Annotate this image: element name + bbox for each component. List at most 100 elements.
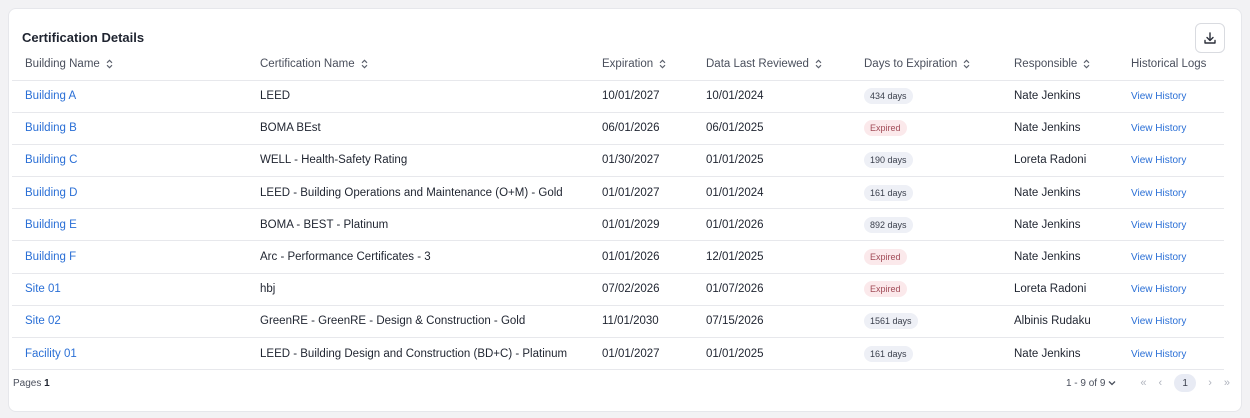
expiration-date: 06/01/2026	[602, 122, 660, 135]
view-history-link[interactable]: View History	[1131, 252, 1186, 263]
responsible-person: Loreta Radoni	[1014, 154, 1087, 167]
table-row: Building D LEED - Building Operations and…	[12, 176, 1224, 210]
last-reviewed-date: 01/07/2026	[706, 283, 764, 296]
days-badge-cell: Expired	[851, 112, 1001, 145]
days-badge: 1561 days	[864, 313, 918, 330]
certification-name-cell: BOMA BEst	[247, 112, 589, 145]
table-row: Building C WELL - Health-Safety Rating 01/…	[12, 144, 1224, 178]
expiration-date-cell: 01/01/2029	[589, 208, 693, 242]
building-link-cell: Site 02	[12, 305, 247, 339]
responsible-person-cell: Nate Jenkins	[1001, 80, 1118, 113]
view-history-link[interactable]: View History	[1131, 91, 1186, 102]
view-history-link[interactable]: View History	[1131, 188, 1186, 199]
column-header-label: Responsible	[1014, 57, 1078, 70]
building-link[interactable]: Site 02	[25, 315, 61, 327]
responsible-person-cell: Loreta Radoni	[1001, 273, 1118, 306]
responsible-person: Nate Jenkins	[1014, 218, 1081, 231]
days-badge: Expired	[864, 281, 907, 298]
responsible-person-cell: Nate Jenkins	[1001, 112, 1118, 145]
table-row: Building E BOMA - BEST - Platinum 01/01/20…	[12, 208, 1224, 242]
building-link[interactable]: Building E	[25, 219, 77, 231]
last-reviewed-date: 10/01/2024	[706, 90, 764, 103]
building-link[interactable]: Building A	[25, 90, 76, 102]
building-link-cell: Building D	[12, 176, 247, 210]
next-page-button[interactable]: ›	[1208, 377, 1212, 389]
days-badge-cell: 434 days	[851, 80, 1001, 113]
view-history-link-cell: View History	[1118, 208, 1224, 242]
building-link[interactable]: Building F	[25, 251, 76, 263]
pagination: 1 - 9 of 9 « ‹ 1 › »	[1066, 373, 1236, 393]
expiration-date-cell: 01/30/2027	[589, 144, 693, 178]
column-header-4[interactable]: Days to Expiration	[851, 48, 1001, 81]
view-history-link[interactable]: View History	[1131, 316, 1186, 327]
days-badge: 161 days	[864, 184, 913, 201]
expiration-date-cell: 11/01/2030	[589, 305, 693, 339]
days-badge: 434 days	[864, 88, 913, 105]
view-history-link-cell: View History	[1118, 112, 1224, 145]
column-header-0[interactable]: Building Name	[12, 48, 247, 81]
building-link[interactable]: Building D	[25, 187, 77, 199]
view-history-link[interactable]: View History	[1131, 284, 1186, 295]
responsible-person: Loreta Radoni	[1014, 283, 1087, 296]
view-history-link[interactable]: View History	[1131, 155, 1186, 166]
first-page-button[interactable]: «	[1140, 377, 1146, 389]
view-history-link[interactable]: View History	[1131, 220, 1186, 231]
column-header-6: Historical Logs	[1118, 48, 1224, 81]
expiration-date-cell: 07/02/2026	[589, 273, 693, 306]
building-link[interactable]: Facility 01	[25, 348, 77, 360]
responsible-person: Nate Jenkins	[1014, 251, 1081, 264]
building-link-cell: Site 01	[12, 273, 247, 306]
prev-page-button[interactable]: ‹	[1159, 377, 1163, 389]
expiration-date-cell: 01/01/2027	[589, 337, 693, 371]
pages-value: 1	[44, 378, 50, 389]
sort-icon	[106, 59, 113, 69]
range-selector[interactable]: 1 - 9 of 9	[1066, 378, 1116, 389]
sort-icon	[815, 59, 822, 69]
column-header-2[interactable]: Expiration	[589, 48, 693, 81]
view-history-link[interactable]: View History	[1131, 349, 1186, 360]
days-badge-cell: 1561 days	[851, 305, 1001, 339]
days-badge: Expired	[864, 120, 907, 137]
pages-indicator: Pages 1	[13, 378, 50, 389]
column-header-5[interactable]: Responsible	[1001, 48, 1118, 81]
card-title: Certification Details	[22, 30, 145, 45]
last-reviewed-date: 01/01/2026	[706, 218, 764, 231]
column-header-3[interactable]: Data Last Reviewed	[693, 48, 851, 81]
building-link[interactable]: Building C	[25, 154, 77, 166]
responsible-person-cell: Nate Jenkins	[1001, 240, 1118, 274]
days-badge: 892 days	[864, 216, 913, 233]
certification-name-cell: GreenRE - GreenRE - Design & Constructio…	[247, 305, 589, 339]
view-history-link-cell: View History	[1118, 240, 1224, 274]
sort-icon	[1083, 59, 1090, 69]
last-reviewed-date-cell: 01/01/2025	[693, 337, 851, 371]
table-row: Building B BOMA BEst 06/01/2026 06/01/2025 E…	[12, 112, 1224, 145]
building-link-cell: Building E	[12, 208, 247, 242]
last-reviewed-date-cell: 12/01/2025	[693, 240, 851, 274]
building-link-cell: Building B	[12, 112, 247, 145]
last-reviewed-date: 06/01/2025	[706, 122, 764, 135]
download-icon	[1204, 32, 1216, 44]
building-link[interactable]: Site 01	[25, 283, 61, 295]
last-reviewed-date: 07/15/2026	[706, 315, 764, 328]
responsible-person-cell: Nate Jenkins	[1001, 337, 1118, 371]
view-history-link[interactable]: View History	[1131, 123, 1186, 134]
certification-name: LEED	[260, 90, 291, 103]
view-history-link-cell: View History	[1118, 144, 1224, 178]
certification-name-cell: LEED	[247, 80, 589, 113]
view-history-link-cell: View History	[1118, 273, 1224, 306]
certification-name-cell: WELL - Health-Safety Rating	[247, 144, 589, 178]
column-header-label: Historical Logs	[1131, 57, 1207, 70]
page-1-button[interactable]: 1	[1174, 374, 1197, 392]
building-link[interactable]: Building B	[25, 122, 77, 134]
table-row: Facility 01 LEED - Building Design and Co…	[12, 337, 1224, 371]
table-header-row: Building Name Certification Name Expiratio…	[12, 48, 1224, 81]
pages-label: Pages	[13, 378, 42, 389]
days-badge: 190 days	[864, 152, 913, 169]
building-link-cell: Building C	[12, 144, 247, 178]
column-header-1[interactable]: Certification Name	[247, 48, 589, 81]
expiration-date: 07/02/2026	[602, 283, 660, 296]
certification-name: hbj	[260, 283, 276, 296]
view-history-link-cell: View History	[1118, 176, 1224, 210]
last-page-button[interactable]: »	[1224, 377, 1230, 389]
expiration-date: 11/01/2030	[602, 315, 659, 328]
